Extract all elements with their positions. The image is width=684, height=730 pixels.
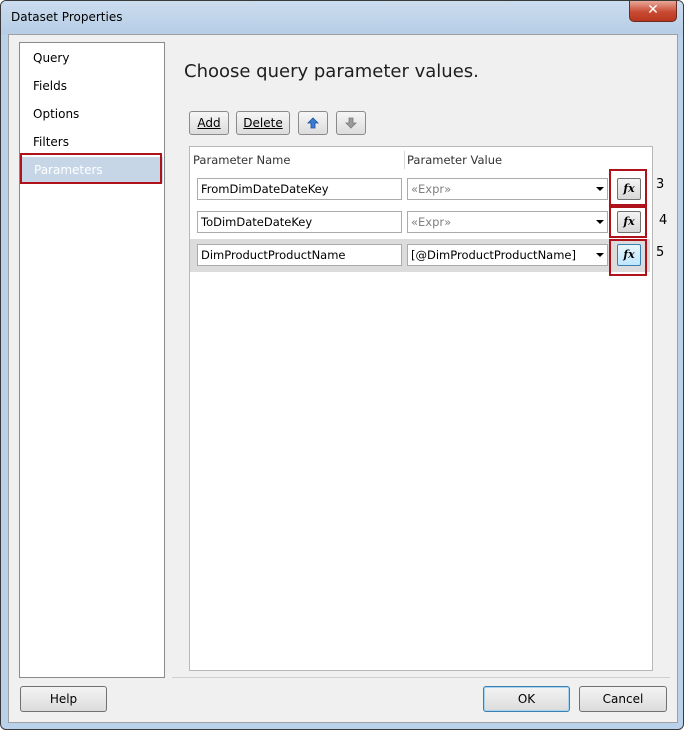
callout-number: 5 (656, 245, 665, 260)
page-heading: Choose query parameter values. (184, 61, 479, 82)
highlight-box-fx-1 (609, 169, 647, 206)
arrow-up-icon (307, 117, 319, 129)
page-nav-list: Query Fields Options Filters Parameters (19, 42, 165, 678)
parameter-name-input[interactable]: DimProductProductName (197, 244, 402, 266)
highlight-box-parameters (20, 153, 162, 184)
column-header-parameter-value: Parameter Value (407, 153, 503, 167)
parameter-value-text: «Expr» (411, 215, 452, 229)
add-button-label: Add (197, 116, 221, 130)
arrow-down-icon (345, 117, 357, 129)
help-button[interactable]: Help (20, 686, 107, 712)
footer-divider (172, 677, 670, 678)
parameter-name-input[interactable]: FromDimDateDateKey (197, 178, 402, 200)
nav-item-query[interactable]: Query (20, 45, 164, 71)
parameter-value-combo[interactable]: «Expr» (407, 178, 608, 200)
chevron-down-icon[interactable] (596, 253, 604, 257)
cancel-button[interactable]: Cancel (579, 686, 667, 712)
parameter-name-input[interactable]: ToDimDateDateKey (197, 211, 402, 233)
parameter-value-combo[interactable]: «Expr» (407, 211, 608, 233)
parameter-value-combo[interactable]: [@DimProductProductName] (407, 244, 608, 266)
chevron-down-icon[interactable] (596, 187, 604, 191)
title-bar: Dataset Properties ✕ (1, 1, 683, 35)
column-header-parameter-name: Parameter Name (193, 153, 291, 167)
parameters-grid: Parameter Name Parameter Value FromDimDa… (189, 146, 653, 671)
move-up-button[interactable] (298, 111, 328, 135)
close-button[interactable]: ✕ (629, 1, 677, 22)
ok-button[interactable]: OK (483, 686, 570, 712)
delete-button-label: Delete (243, 116, 283, 130)
dialog-body: Query Fields Options Filters Parameters … (8, 34, 678, 723)
window-title: Dataset Properties (11, 10, 123, 24)
add-button[interactable]: Add (189, 111, 229, 135)
callout-number: 3 (656, 177, 665, 192)
nav-item-filters[interactable]: Filters (20, 129, 164, 155)
nav-item-options[interactable]: Options (20, 101, 164, 127)
dataset-properties-dialog: Dataset Properties ✕ Query Fields Option… (0, 0, 684, 730)
chevron-down-icon[interactable] (596, 220, 604, 224)
move-down-button[interactable] (336, 111, 366, 135)
parameter-value-text: «Expr» (411, 182, 452, 196)
highlight-box-fx-3 (609, 239, 647, 276)
nav-item-fields[interactable]: Fields (20, 73, 164, 99)
parameter-value-text: [@DimProductProductName] (411, 248, 576, 262)
highlight-box-fx-2 (609, 206, 647, 238)
column-divider (404, 151, 405, 169)
delete-button[interactable]: Delete (236, 111, 290, 135)
callout-number: 4 (659, 213, 668, 228)
